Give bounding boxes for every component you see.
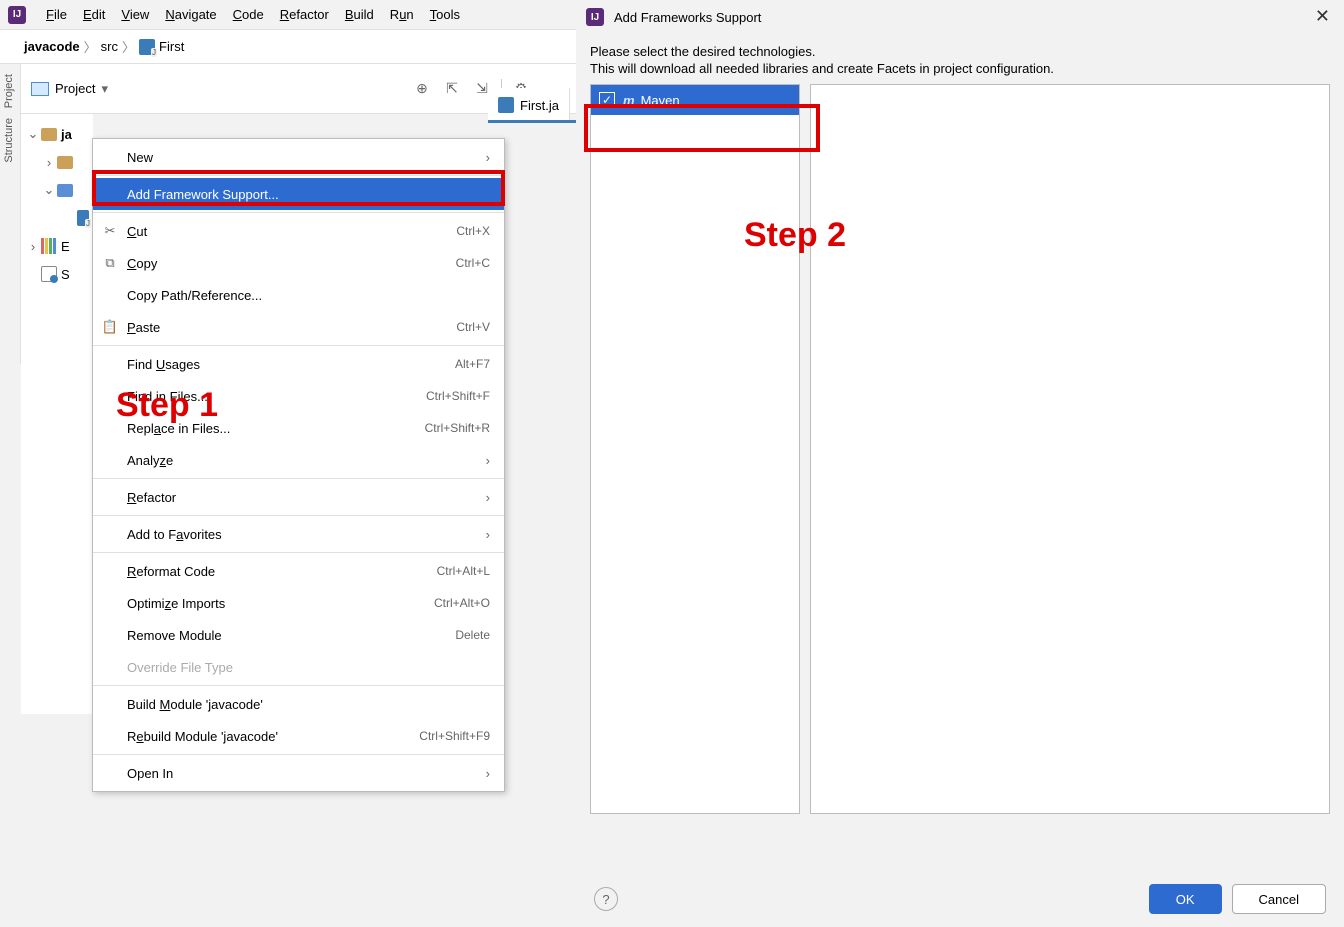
cancel-button[interactable]: Cancel <box>1232 884 1326 914</box>
intellij-icon: IJ <box>8 6 26 24</box>
breadcrumb-file[interactable]: First <box>139 39 184 55</box>
menu-view[interactable]: View <box>113 7 157 22</box>
active-tab-indicator <box>488 120 576 123</box>
menu-navigate[interactable]: Navigate <box>157 7 224 22</box>
menubar: IJ File Edit View Navigate Code Refactor… <box>0 0 576 30</box>
tree-item[interactable]: › <box>21 148 93 176</box>
editor-tab-first[interactable]: First.ja <box>488 88 570 122</box>
chevron-right-icon: › <box>486 453 490 468</box>
dialog-titlebar: IJ Add Frameworks Support ✕ <box>576 0 1344 34</box>
tree-external-libs[interactable]: › E <box>21 232 93 260</box>
folder-icon <box>57 184 73 197</box>
annotation-box-2 <box>584 104 820 152</box>
tool-project[interactable]: Project <box>3 74 15 108</box>
dialog-body: Please select the desired technologies. … <box>576 34 1344 824</box>
ctx-rebuild-module[interactable]: Rebuild Module 'javacode'Ctrl+Shift+F9 <box>93 720 504 752</box>
project-label[interactable]: Project <box>55 81 95 96</box>
chevron-right-icon: 〉 <box>122 37 135 56</box>
chevron-right-icon: › <box>486 150 490 165</box>
java-file-icon <box>139 39 155 55</box>
project-icon <box>31 82 49 96</box>
dialog-footer: ? OK Cancel <box>576 871 1344 927</box>
tree-item[interactable]: ⌄ <box>21 176 93 204</box>
breadcrumb-root[interactable]: javacode <box>24 39 80 54</box>
annotation-step2: Step 2 <box>744 216 846 255</box>
tree-file[interactable] <box>21 204 93 232</box>
left-tool-strip: Project Structure <box>0 64 21 364</box>
ctx-build-module[interactable]: Build Module 'javacode' <box>93 688 504 720</box>
folder-icon <box>41 128 57 141</box>
ctx-remove-module[interactable]: Remove ModuleDelete <box>93 619 504 651</box>
ctx-reformat-code[interactable]: Reformat CodeCtrl+Alt+L <box>93 555 504 587</box>
ctx-new[interactable]: New› <box>93 141 504 173</box>
expand-icon[interactable]: ⇱ <box>443 80 461 98</box>
ctx-analyze[interactable]: Analyze› <box>93 444 504 476</box>
menu-tools[interactable]: Tools <box>422 7 468 22</box>
tree-root[interactable]: ⌄ja <box>21 120 93 148</box>
annotation-box-1 <box>92 170 505 206</box>
ctx-cut[interactable]: ✂CutCtrl+X <box>93 215 504 247</box>
ctx-optimize-imports[interactable]: Optimize ImportsCtrl+Alt+O <box>93 587 504 619</box>
menu-build[interactable]: Build <box>337 7 382 22</box>
library-icon <box>41 238 57 254</box>
technologies-list[interactable]: ✓ m Maven <box>590 84 800 814</box>
ctx-override-file-type: Override File Type <box>93 651 504 683</box>
project-tree: ⌄ja › ⌄ › E S <box>21 114 93 714</box>
target-icon[interactable]: ⊕ <box>413 80 431 98</box>
technology-details-pane <box>810 84 1330 814</box>
ctx-copy[interactable]: ⧉CopyCtrl+C <box>93 247 504 279</box>
intellij-icon: IJ <box>586 8 604 26</box>
menu-refactor[interactable]: Refactor <box>272 7 337 22</box>
context-menu: New› Add Framework Support... ✂CutCtrl+X… <box>92 138 505 792</box>
ctx-copy-path[interactable]: Copy Path/Reference... <box>93 279 504 311</box>
menu-run[interactable]: Run <box>382 7 422 22</box>
ctx-paste[interactable]: 📋PasteCtrl+V <box>93 311 504 343</box>
close-icon[interactable]: ✕ <box>1315 6 1330 27</box>
breadcrumb: javacode 〉 src 〉 First <box>0 30 576 64</box>
dialog-title: Add Frameworks Support <box>614 10 761 25</box>
ctx-add-to-favorites[interactable]: Add to Favorites› <box>93 518 504 550</box>
breadcrumb-src[interactable]: src <box>101 39 118 54</box>
ctx-refactor[interactable]: Refactor› <box>93 481 504 513</box>
java-file-icon <box>77 210 89 226</box>
java-file-icon <box>498 97 514 113</box>
menu-file[interactable]: File <box>38 7 75 22</box>
menu-code[interactable]: Code <box>225 7 272 22</box>
chevron-right-icon: › <box>486 527 490 542</box>
chevron-right-icon: › <box>486 490 490 505</box>
tree-scratches[interactable]: S <box>21 260 93 288</box>
folder-icon <box>57 156 73 169</box>
paste-icon: 📋 <box>101 318 119 336</box>
ctx-find-usages[interactable]: Find UsagesAlt+F7 <box>93 348 504 380</box>
ok-button[interactable]: OK <box>1149 884 1222 914</box>
chevron-right-icon: › <box>486 766 490 781</box>
ctx-open-in[interactable]: Open In› <box>93 757 504 789</box>
help-button[interactable]: ? <box>594 887 618 911</box>
cut-icon: ✂ <box>101 222 119 240</box>
menu-edit[interactable]: Edit <box>75 7 113 22</box>
chevron-down-icon[interactable]: ▾ <box>101 81 108 97</box>
copy-icon: ⧉ <box>101 254 119 272</box>
dialog-description-2: This will download all needed libraries … <box>590 61 1330 76</box>
chevron-right-icon: 〉 <box>84 37 97 56</box>
annotation-step1: Step 1 <box>116 386 218 425</box>
dialog-description-1: Please select the desired technologies. <box>590 44 1330 59</box>
tool-structure[interactable]: Structure <box>3 118 15 163</box>
scratches-icon <box>41 266 57 282</box>
